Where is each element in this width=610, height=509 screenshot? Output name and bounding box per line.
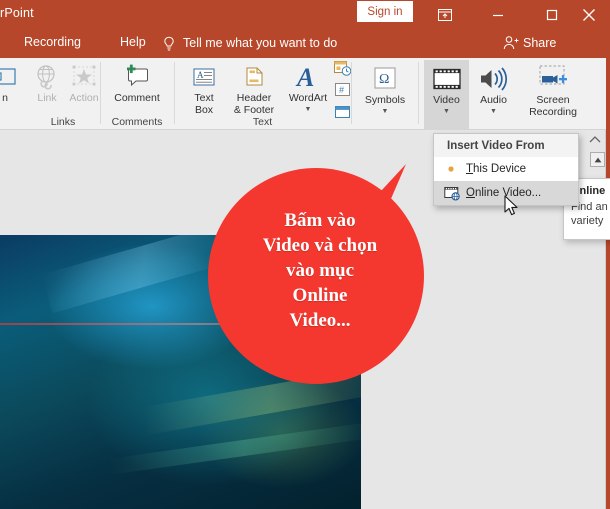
ribbon-item-video[interactable]: Video ▼ — [424, 60, 469, 130]
ribbon-item-action: Action — [64, 60, 104, 105]
ribbon-item-screen-recording[interactable]: Screen Recording — [518, 60, 588, 118]
ribbon-item-screen-recording-label-2: Recording — [529, 105, 577, 118]
ribbon-item-text-box-label-2: Box — [194, 103, 214, 116]
audio-speaker-icon — [478, 60, 510, 92]
ribbon-group-comments: Comment Comments — [104, 58, 170, 130]
screen-recording-icon — [534, 60, 572, 92]
ribbon-item-partial-left[interactable]: n — [0, 60, 22, 105]
ribbon-separator — [174, 62, 175, 124]
tab-recording[interactable]: Recording — [24, 35, 81, 49]
chevron-down-icon[interactable]: ▼ — [305, 106, 312, 113]
ribbon-group-label-text: Text — [252, 116, 273, 128]
sign-in-button[interactable]: Sign in — [357, 1, 413, 22]
ribbon-item-comment-label: Comment — [114, 92, 160, 104]
omega-symbols-icon: Ω — [372, 62, 398, 92]
share-button[interactable]: Share — [523, 36, 556, 50]
ribbon-display-options-icon[interactable] — [424, 0, 466, 30]
ribbon-group-symbols: Ω Symbols ▼ — [356, 58, 414, 130]
ribbon-item-header-footer[interactable]: Header & Footer — [226, 60, 282, 116]
ribbon-item-header-footer-label-1: Header — [236, 92, 272, 104]
menu-item-this-device[interactable]: This Device — [434, 157, 578, 181]
ribbon-item-video-label: Video — [433, 94, 460, 106]
ribbon-separator — [100, 62, 101, 124]
ribbon-item-action-label: Action — [69, 92, 99, 104]
tell-me-search-box[interactable]: Tell me what you want to do — [183, 36, 337, 50]
slide-decor-red-line — [0, 323, 361, 325]
ribbon-separator — [418, 62, 419, 124]
wordart-icon: A — [293, 60, 323, 90]
ribbon-separator — [351, 62, 352, 124]
ribbon-item-partial-label: n — [2, 92, 8, 104]
svg-text:#: # — [339, 85, 344, 95]
chevron-down-icon[interactable]: ▼ — [443, 108, 450, 115]
ribbon-group-text: A Text Box Header & Footer A WordArt ▼ #… — [180, 58, 351, 130]
tab-help[interactable]: Help — [120, 35, 146, 49]
slide-number-icon: # — [334, 81, 351, 98]
lightbulb-icon[interactable] — [162, 36, 176, 52]
new-comment-icon — [122, 60, 152, 90]
ribbon-item-header-footer-label-2: & Footer — [233, 103, 275, 116]
menu-item-this-device-accel: T — [466, 163, 474, 175]
globe-link-icon — [34, 60, 60, 90]
svg-text:A: A — [295, 63, 314, 90]
slide-canvas[interactable] — [0, 235, 361, 509]
ribbon-group-links: Link Action Links — [30, 58, 99, 130]
collapse-ribbon-chevron-icon[interactable] — [587, 133, 603, 149]
ribbon-item-wordart-label: WordArt — [288, 92, 328, 104]
ribbon-tab-row: Recording Help Tell me what you want to … — [0, 30, 610, 58]
dropdown-header: Insert Video From — [434, 134, 578, 157]
ribbon-item-text-box-label-1: Text — [194, 92, 214, 104]
ribbon-group-media: Video ▼ Audio ▼ Screen Recording — [424, 58, 610, 130]
ribbon-group-label-links: Links — [50, 116, 76, 128]
title-bar: rPoint Sign in — [0, 0, 610, 30]
ribbon-group-label-comments: Comments — [111, 116, 163, 128]
ribbon-item-symbols-label: Symbols — [364, 94, 406, 106]
svg-text:A: A — [197, 70, 204, 80]
date-and-time-icon — [333, 59, 352, 77]
minimize-icon[interactable] — [477, 0, 519, 30]
window-right-edge — [606, 0, 610, 509]
this-device-icon — [444, 162, 466, 176]
ribbon: n Link Action Links Comment Comments A T… — [0, 58, 610, 130]
chevron-down-icon[interactable]: ▼ — [490, 108, 497, 115]
ribbon-item-text-box[interactable]: A Text Box — [184, 60, 224, 116]
ribbon-item-link-label: Link — [37, 92, 57, 104]
close-icon[interactable] — [568, 0, 610, 30]
ribbon-item-screen-recording-label-1: Screen — [536, 94, 570, 106]
ribbon-item-wordart[interactable]: A WordArt ▼ — [284, 60, 332, 113]
menu-item-this-device-label: his Device — [473, 163, 527, 175]
header-footer-icon — [242, 60, 266, 90]
action-star-icon — [70, 60, 98, 90]
ribbon-item-audio[interactable]: Audio ▼ — [471, 60, 516, 115]
app-title: rPoint — [0, 6, 34, 20]
video-filmstrip-icon — [432, 60, 462, 92]
share-person-icon[interactable] — [503, 35, 519, 51]
tooltip-body-line-2: variety — [571, 215, 604, 227]
menu-item-online-video-accel: O — [466, 187, 475, 199]
chevron-down-icon[interactable]: ▼ — [382, 108, 389, 115]
text-box-icon: A — [191, 60, 217, 90]
svg-text:Ω: Ω — [379, 72, 389, 87]
ribbon-item-audio-label: Audio — [480, 94, 507, 106]
scroll-up-arrow-icon[interactable] — [590, 152, 605, 167]
online-video-icon — [444, 186, 466, 201]
zoom-partial-icon — [0, 60, 16, 90]
ribbon-item-link: Link — [30, 60, 64, 105]
maximize-icon[interactable] — [531, 0, 573, 30]
ribbon-item-symbols[interactable]: Ω Symbols ▼ — [356, 62, 414, 115]
mouse-cursor-icon — [503, 195, 521, 224]
ribbon-item-comment[interactable]: Comment — [104, 60, 170, 105]
